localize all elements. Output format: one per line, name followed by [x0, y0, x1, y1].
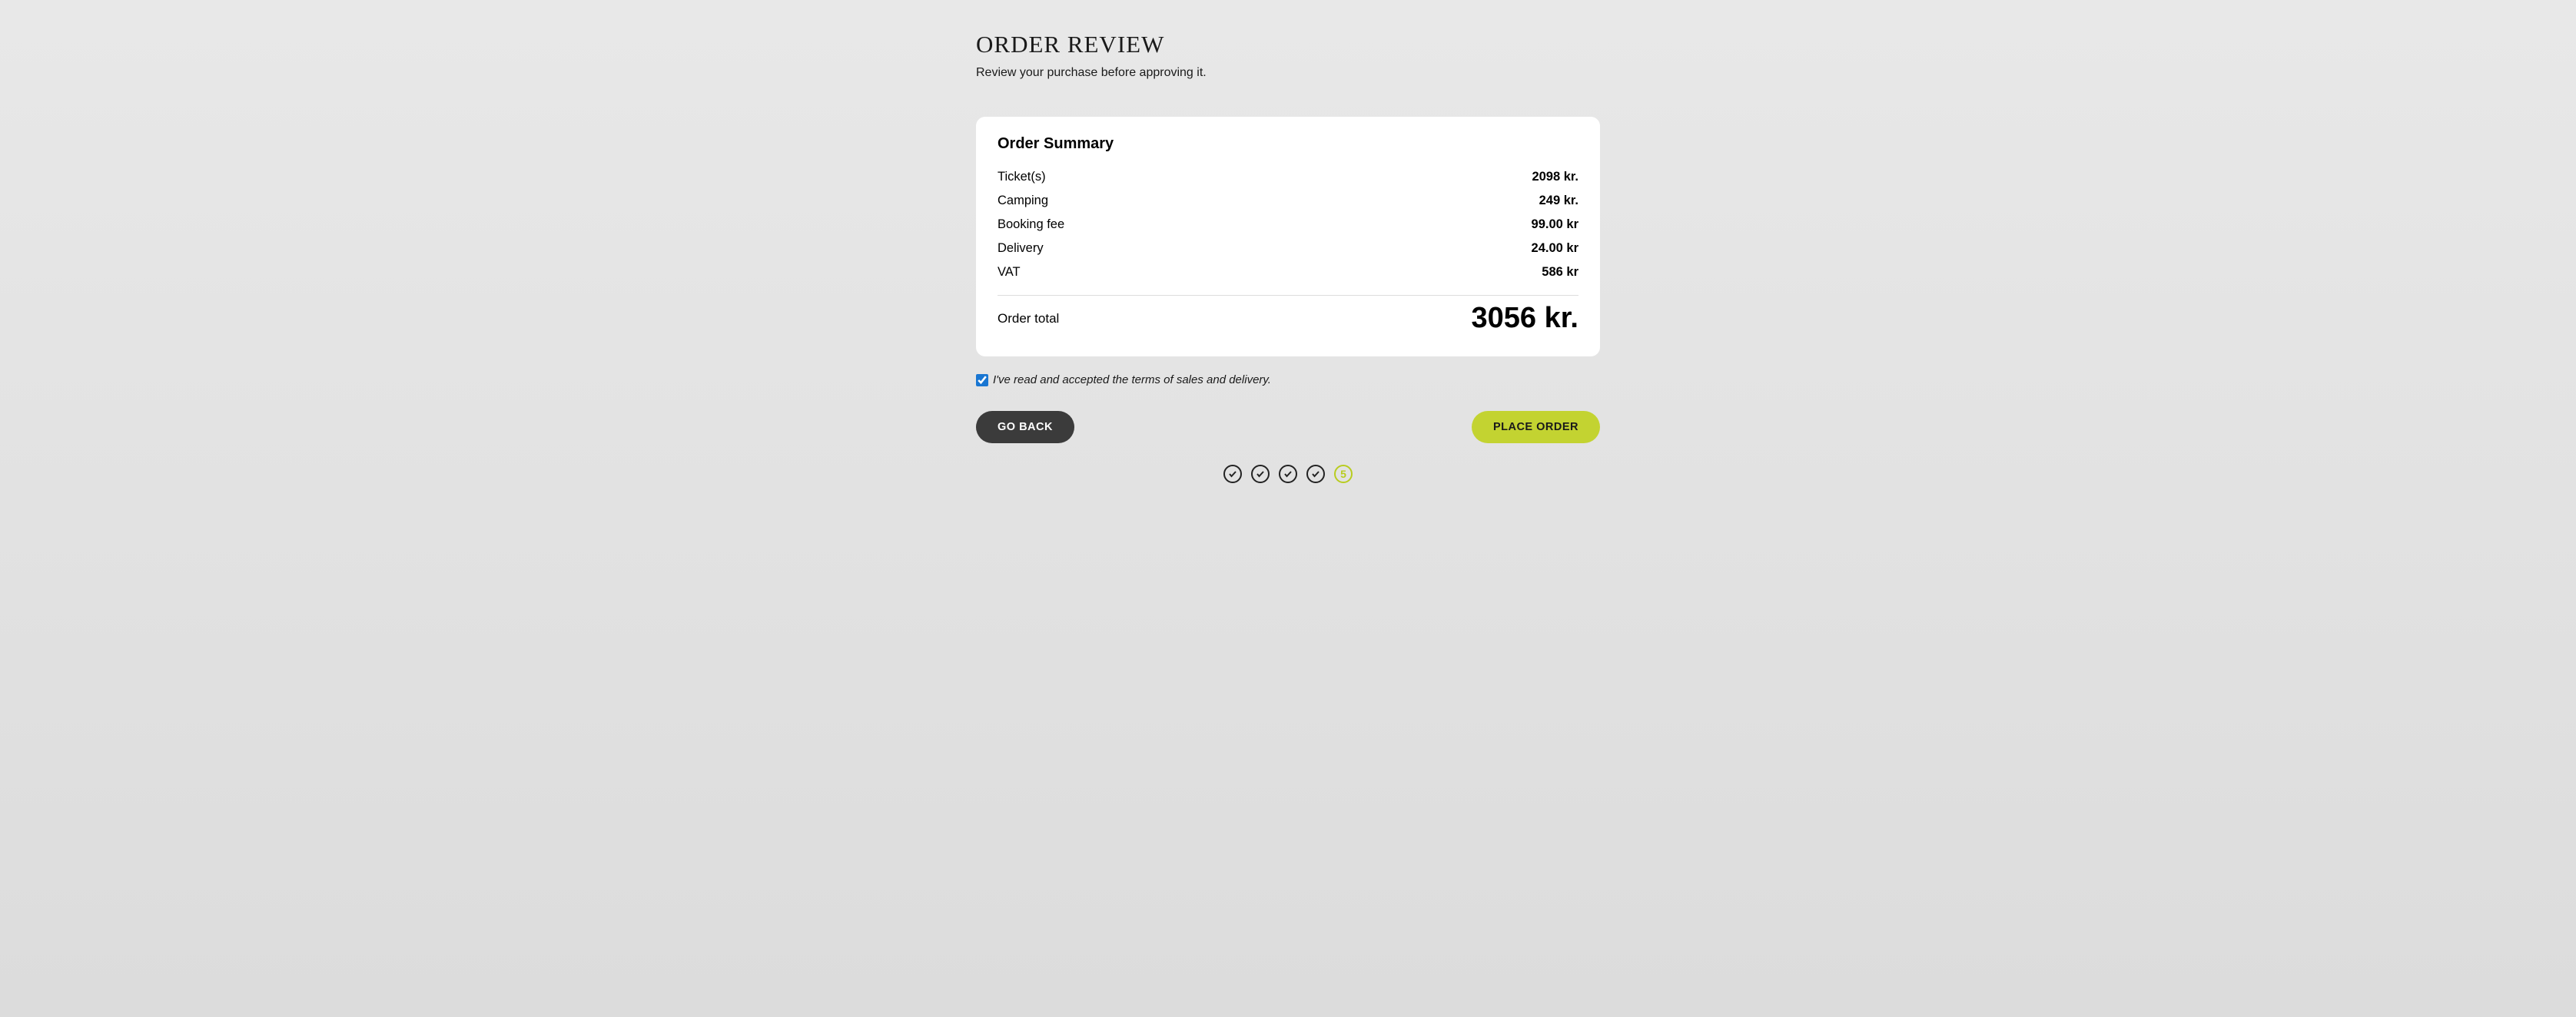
order-summary-card: Order Summary Ticket(s) 2098 kr. Camping… — [976, 117, 1600, 356]
summary-label: Ticket(s) — [998, 170, 1046, 184]
page-title: ORDER REVIEW — [976, 31, 1600, 58]
summary-row-booking-fee: Booking fee 99.00 kr — [998, 213, 1578, 237]
summary-row-delivery: Delivery 24.00 kr — [998, 237, 1578, 260]
button-row: GO BACK PLACE ORDER — [976, 411, 1600, 443]
summary-value: 99.00 kr — [1532, 217, 1578, 232]
check-icon — [1283, 469, 1293, 479]
summary-value: 24.00 kr — [1532, 241, 1578, 256]
summary-title: Order Summary — [998, 135, 1578, 153]
summary-total-row: Order total 3056 kr. — [998, 302, 1578, 335]
terms-checkbox[interactable] — [976, 374, 988, 386]
step-4-done[interactable] — [1306, 465, 1325, 483]
progress-stepper: 5 — [976, 465, 1600, 514]
terms-label[interactable]: I've read and accepted the terms of sale… — [993, 373, 1271, 386]
check-icon — [1228, 469, 1237, 479]
check-icon — [1311, 469, 1320, 479]
summary-value: 586 kr — [1542, 265, 1578, 280]
go-back-button[interactable]: GO BACK — [976, 411, 1074, 443]
step-1-done[interactable] — [1223, 465, 1242, 483]
check-icon — [1256, 469, 1265, 479]
step-3-done[interactable] — [1279, 465, 1297, 483]
summary-label: Camping — [998, 194, 1048, 208]
step-2-done[interactable] — [1251, 465, 1270, 483]
summary-value: 249 kr. — [1539, 194, 1578, 208]
summary-label: Delivery — [998, 241, 1044, 256]
terms-row: I've read and accepted the terms of sale… — [976, 373, 1600, 386]
summary-value: 2098 kr. — [1532, 170, 1578, 184]
summary-divider — [998, 295, 1578, 296]
summary-label: VAT — [998, 265, 1021, 280]
total-value: 3056 kr. — [1472, 302, 1578, 335]
summary-label: Booking fee — [998, 217, 1064, 232]
step-5-current[interactable]: 5 — [1334, 465, 1353, 483]
summary-row-vat: VAT 586 kr — [998, 260, 1578, 284]
place-order-button[interactable]: PLACE ORDER — [1472, 411, 1600, 443]
total-label: Order total — [998, 311, 1059, 326]
summary-row-camping: Camping 249 kr. — [998, 189, 1578, 213]
order-review-container: ORDER REVIEW Review your purchase before… — [976, 31, 1600, 1017]
summary-row-tickets: Ticket(s) 2098 kr. — [998, 165, 1578, 189]
page-subtitle: Review your purchase before approving it… — [976, 66, 1600, 80]
